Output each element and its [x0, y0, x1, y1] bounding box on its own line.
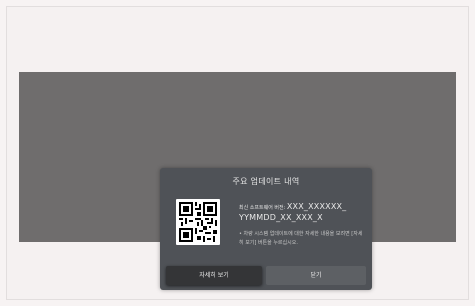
- dimmed-screen: 주요 업데이트 내역 최신 소프트웨어 버전: XXX_XXXXXX_ YYMM…: [19, 72, 456, 290]
- update-note: • 차량 시스템 업데이트에 대한 자세한 내용을 보려면 [자세히 보기] 버…: [239, 231, 363, 246]
- qr-code-icon: [176, 199, 220, 245]
- version-prefix: 최신 소프트웨어 버전:: [239, 205, 286, 211]
- version-part2: YYMMDD_XX_XXX_X: [239, 213, 323, 222]
- close-button[interactable]: 닫기: [266, 266, 366, 285]
- view-details-button[interactable]: 자세히 보기: [166, 266, 262, 285]
- popup-title: 주요 업데이트 내역: [232, 177, 300, 186]
- update-history-popup: 주요 업데이트 내역 최신 소프트웨어 버전: XXX_XXXXXX_ YYMM…: [160, 168, 372, 290]
- version-part1: XXX_XXXXXX_: [286, 202, 347, 211]
